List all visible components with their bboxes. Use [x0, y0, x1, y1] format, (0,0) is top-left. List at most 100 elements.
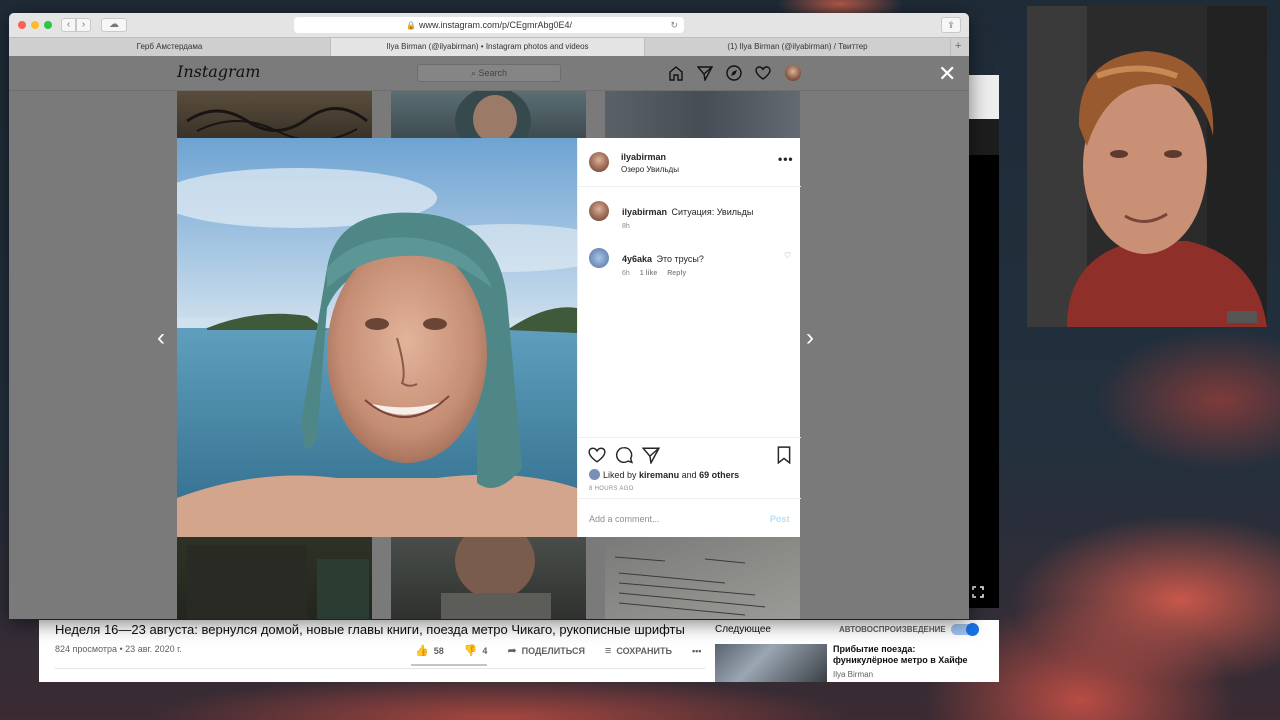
post-location[interactable]: Озеро Увильды — [621, 165, 679, 174]
sentiment-bar — [411, 664, 487, 666]
explore-icon[interactable] — [726, 65, 742, 81]
comment-input[interactable]: Add a comment... — [589, 514, 660, 524]
liked-by-and: and — [681, 470, 697, 480]
dislike-button[interactable]: 👎 4 — [464, 644, 488, 657]
divider — [55, 668, 705, 669]
like-heart-icon[interactable] — [588, 446, 606, 464]
safari-toolbar: ‹ › ☁ 🔒 www.instagram.com/p/CEgmrAbg0E4/ … — [9, 13, 969, 37]
fullscreen-icon[interactable] — [972, 586, 986, 600]
caption-avatar[interactable] — [589, 201, 609, 221]
tab-1[interactable]: Герб Амстердама — [9, 38, 331, 56]
chevron-left-icon: ‹ — [66, 19, 71, 30]
like-button[interactable]: 👍 58 — [415, 644, 444, 657]
post-sidebar: ilyabirman Озеро Увильды ••• ilyabirman … — [577, 138, 801, 537]
comment-time: 6h — [622, 270, 630, 277]
liked-by-others[interactable]: 69 others — [699, 470, 739, 480]
post-actions: Liked by kiremanu and 69 others 8 HOURS … — [578, 437, 801, 497]
liked-by-user[interactable]: kiremanu — [639, 470, 679, 480]
post-comment-button[interactable]: Post — [770, 514, 790, 524]
search-input[interactable]: ⌕ Search — [417, 64, 561, 82]
instagram-page: Instagram ⌕ Search ✕ ‹ › ilyabirman Озер… — [9, 56, 969, 619]
share-arrow-icon: ➦ — [507, 645, 517, 657]
url-text: www.instagram.com/p/CEgmrAbg0E4/ — [418, 20, 573, 30]
chevron-right-icon: › — [81, 19, 86, 30]
activity-heart-icon[interactable] — [755, 65, 771, 81]
playlist-add-icon: ≡ — [604, 644, 612, 657]
instagram-logo[interactable]: Instagram — [177, 62, 260, 81]
comment: 4у6aka Это трусы? — [622, 249, 704, 267]
thumbs-down-icon: 👎 — [463, 645, 478, 657]
grid-photo-dumpster[interactable] — [177, 537, 372, 619]
zoom-window-button[interactable] — [44, 21, 52, 29]
share-button[interactable]: ➦ ПОДЕЛИТЬСЯ — [507, 644, 584, 657]
share-icon[interactable]: ⇪ — [941, 17, 961, 33]
author-username[interactable]: ilyabirman — [621, 152, 666, 162]
grid-photo-face[interactable] — [391, 523, 586, 619]
likes-summary: Liked by kiremanu and 69 others — [589, 469, 739, 480]
home-icon[interactable] — [668, 65, 684, 81]
caption-username[interactable]: ilyabirman — [622, 207, 667, 217]
comment-avatar[interactable] — [589, 248, 609, 268]
next-post-arrow[interactable]: › — [806, 324, 814, 352]
more-options-icon[interactable]: ••• — [778, 152, 794, 166]
up-next-label: Следующее — [715, 624, 771, 635]
comment-likes[interactable]: 1 like — [640, 270, 658, 277]
add-comment-bar: Add a comment... Post — [578, 498, 801, 537]
video-title: Неделя 16—23 августа: вернулся домой, но… — [55, 622, 685, 637]
forward-button[interactable]: › — [76, 18, 91, 32]
recommended-title[interactable]: Прибытие поезда: фуникулёрное метро в Ха… — [833, 644, 983, 666]
liked-by-prefix: Liked by — [603, 470, 637, 480]
profile-avatar[interactable] — [785, 65, 801, 81]
grid-photo-pole[interactable] — [605, 91, 800, 138]
caption-text: Ситуация: Увильды — [671, 207, 754, 217]
video-actions: 👍 58 👎 4 ➦ ПОДЕЛИТЬСЯ ≡ СОХРАНИТЬ ••• — [415, 644, 701, 658]
comment-text: Это трусы? — [656, 254, 704, 264]
liker-avatar — [589, 469, 600, 480]
caption-time: 8h — [622, 223, 630, 230]
share-label: ПОДЕЛИТЬСЯ — [521, 646, 585, 656]
minimize-window-button[interactable] — [31, 21, 39, 29]
comment-icon[interactable] — [615, 446, 634, 464]
icloud-tabs-button[interactable]: ☁ — [101, 18, 127, 32]
post-time: 8 HOURS AGO — [589, 486, 634, 492]
recommended-channel[interactable]: Ilya Birman — [833, 670, 873, 679]
tab-3[interactable]: (1) Ilya Birman (@ilyabirman) / Твиттер — [645, 38, 951, 56]
post-photo[interactable] — [177, 138, 577, 537]
safari-window: ‹ › ☁ 🔒 www.instagram.com/p/CEgmrAbg0E4/ … — [9, 13, 969, 619]
comment-username[interactable]: 4у6aka — [622, 254, 652, 264]
direct-icon[interactable] — [696, 65, 714, 83]
post-header: ilyabirman Озеро Увильды ••• — [578, 138, 801, 187]
video-player-band — [968, 119, 999, 155]
search-placeholder: Search — [478, 68, 508, 78]
new-tab-button[interactable]: + — [955, 40, 961, 52]
more-actions-button[interactable]: ••• — [692, 646, 701, 656]
close-window-button[interactable] — [18, 21, 26, 29]
grid-photo-hood[interactable] — [391, 87, 586, 155]
comment-meta: 6h 1 like Reply — [622, 270, 686, 277]
back-button[interactable]: ‹ — [61, 18, 76, 32]
save-button[interactable]: ≡ СОХРАНИТЬ — [605, 645, 672, 657]
reply-button[interactable]: Reply — [667, 270, 686, 277]
webcam-overlay — [1027, 6, 1267, 327]
grid-photo-book-page[interactable] — [605, 537, 800, 619]
autoplay-toggle-knob[interactable] — [966, 623, 979, 636]
comment-like-heart-icon[interactable]: ♡ — [784, 251, 791, 260]
cloud-icon: ☁ — [109, 19, 119, 30]
save-label: СОХРАНИТЬ — [616, 645, 672, 656]
tab-2-active[interactable]: Ilya Birman (@ilyabirman) • Instagram ph… — [331, 38, 645, 56]
share-direct-icon[interactable] — [641, 446, 661, 466]
recommended-thumbnail[interactable] — [715, 644, 827, 682]
author-avatar[interactable] — [589, 152, 609, 172]
close-icon[interactable]: ✕ — [938, 63, 956, 85]
dislike-count: 4 — [482, 646, 488, 656]
like-count: 58 — [433, 646, 444, 656]
bookmark-icon[interactable] — [775, 446, 793, 465]
grid-photo-graffiti[interactable] — [177, 91, 372, 142]
previous-post-arrow[interactable]: ‹ — [157, 324, 165, 352]
address-bar[interactable]: 🔒 www.instagram.com/p/CEgmrAbg0E4/ ↻ — [294, 17, 684, 33]
reload-icon[interactable]: ↻ — [670, 17, 678, 33]
youtube-window: Неделя 16—23 августа: вернулся домой, но… — [39, 620, 999, 682]
tab-bar: Герб Амстердама Ilya Birman (@ilyabirman… — [9, 37, 969, 56]
autoplay-label: АВТОВОСПРОИЗВЕДЕНИЕ — [839, 625, 946, 634]
video-meta: 824 просмотра • 23 авг. 2020 г. — [55, 644, 182, 654]
